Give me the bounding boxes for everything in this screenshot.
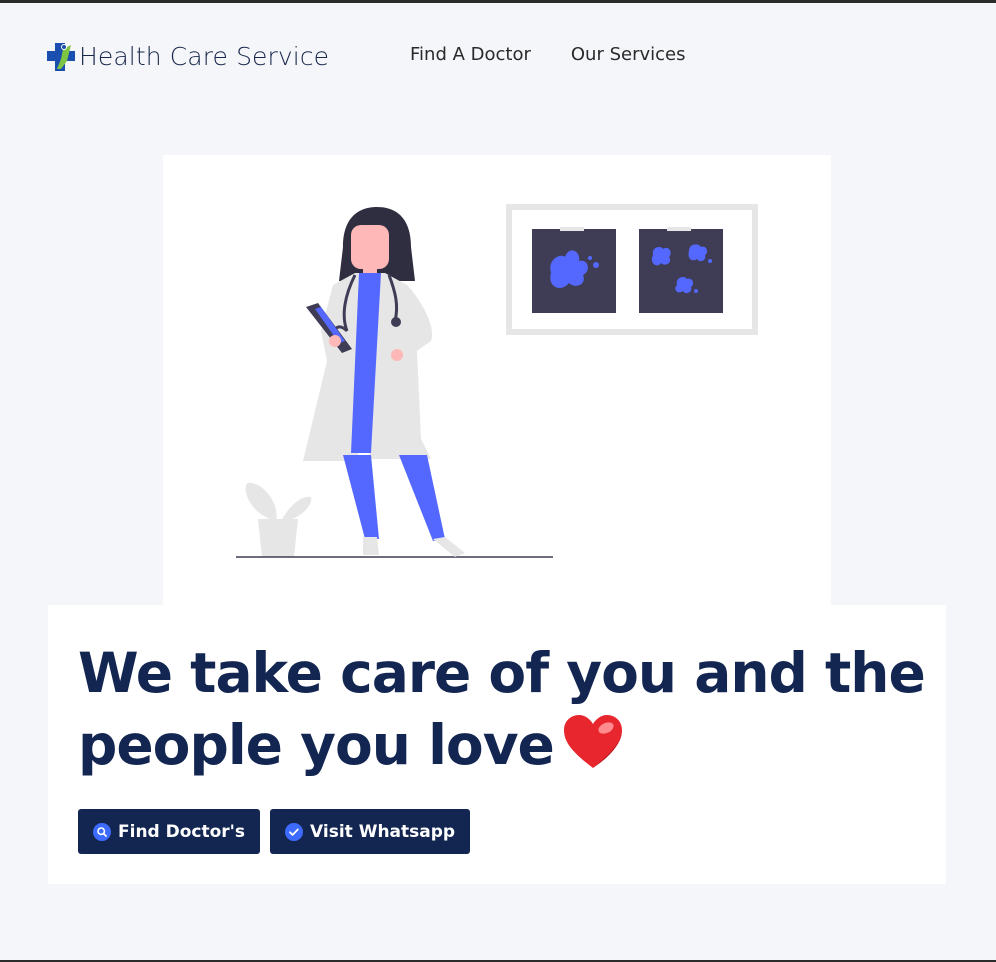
find-doctors-label: Find Doctor's — [118, 821, 246, 842]
nav-our-services[interactable]: Our Services — [571, 43, 686, 67]
search-icon — [93, 822, 111, 841]
hero-actions: Find Doctor's Visit Whatsapp — [78, 809, 471, 854]
brand-name: Health Care Service — [79, 42, 330, 71]
brand-logo[interactable]: Health Care Service — [47, 41, 329, 73]
find-doctors-button[interactable]: Find Doctor's — [78, 809, 261, 854]
page-frame: Health Care Service Find A Doctor Our Se… — [0, 3, 996, 960]
hero-headline: We take care of you and the people you l… — [78, 637, 938, 781]
visit-whatsapp-button[interactable]: Visit Whatsapp — [270, 809, 471, 854]
hero-headline-text: We take care of you and the people you l… — [78, 641, 926, 777]
hero-text-card: We take care of you and the people you l… — [48, 605, 946, 884]
medical-cross-logo-icon — [47, 43, 75, 71]
nav-find-a-doctor[interactable]: Find A Doctor — [410, 43, 531, 67]
main-nav: Find A Doctor Our Services — [410, 43, 686, 67]
hero-illustration-card — [163, 155, 831, 607]
visit-whatsapp-label: Visit Whatsapp — [310, 821, 456, 842]
heart-emoji-icon — [563, 715, 622, 768]
doctor-illustration — [236, 204, 758, 558]
check-circle-icon — [285, 822, 304, 841]
